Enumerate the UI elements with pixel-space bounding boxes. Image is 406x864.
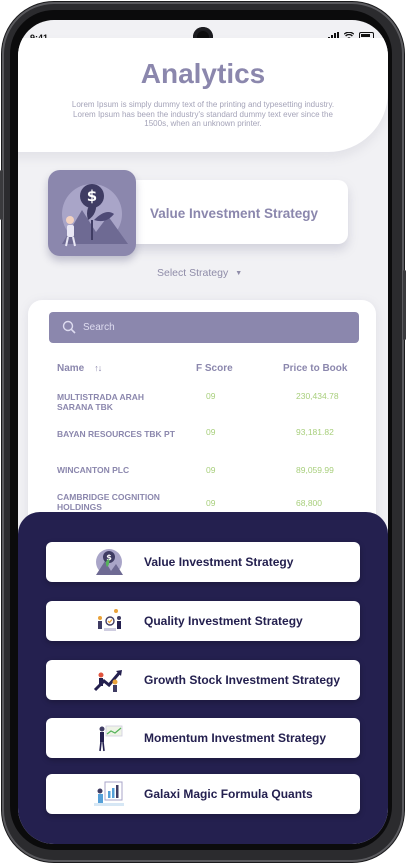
strategy-option-quality[interactable]: Quality Investment Strategy: [46, 601, 360, 641]
svg-text:$: $: [87, 187, 97, 205]
strategy-option-momentum[interactable]: Momentum Investment Strategy: [46, 718, 360, 758]
select-strategy-label: Select Strategy: [157, 267, 229, 279]
row-f-score: 09: [206, 427, 216, 437]
app-screen: 9:41 Analytics Lorem Ipsum is simply dum…: [18, 20, 388, 844]
page-subtitle: Lorem Ipsum is simply dummy text of the …: [71, 100, 335, 128]
row-company-name: BAYAN RESOURCES TBK PT: [57, 429, 175, 439]
search-input[interactable]: Search: [83, 322, 115, 333]
growth-arrow-icon: [93, 670, 122, 692]
column-header-name[interactable]: Name ↑↓: [57, 363, 102, 374]
row-company-name: CAMBRIDGE COGNITION HOLDINGS: [57, 492, 160, 512]
row-price-to-book: 230,434.78: [296, 391, 339, 401]
search-bar[interactable]: Search: [49, 312, 359, 343]
row-price-to-book: 68,800: [296, 498, 322, 508]
strategy-bottom-sheet: $ Value Investment Strategy Quality Inve…: [18, 512, 388, 844]
sort-icon[interactable]: ↑↓: [94, 363, 102, 373]
page-title: Analytics: [140, 58, 266, 89]
strategy-option-label: Value Investment Strategy: [144, 555, 294, 569]
row-price-to-book: 89,059.99: [296, 465, 334, 475]
column-header-f-score[interactable]: F Score: [196, 363, 233, 374]
dollar-plant-icon: $: [96, 549, 123, 575]
row-f-score: 09: [206, 391, 216, 401]
row-f-score: 09: [206, 498, 216, 508]
strategy-option-formula[interactable]: Galaxi Magic Formula Quants: [46, 774, 360, 814]
row-price-to-book: 93,181.82: [296, 427, 334, 437]
formula-board-icon: [94, 781, 124, 806]
momentum-chart-icon: [99, 725, 123, 752]
strategy-option-label: Growth Stock Investment Strategy: [144, 673, 341, 687]
row-company-name: WINCANTON PLC: [57, 465, 130, 475]
strategy-option-growth[interactable]: Growth Stock Investment Strategy: [46, 660, 360, 700]
caret-down-icon: ▼: [235, 269, 243, 277]
column-header-name-label: Name: [57, 363, 85, 374]
select-strategy-dropdown[interactable]: Select Strategy ▼: [157, 267, 242, 279]
selected-strategy-name: Value Investment Strategy: [150, 206, 319, 221]
strategy-option-label: Momentum Investment Strategy: [144, 731, 327, 745]
quality-check-icon: [98, 609, 121, 631]
header-card: [18, 38, 388, 152]
row-company-name: MULTISTRADA ARAH SARANA TBK: [57, 392, 145, 412]
strategy-illustration-icon: $: [48, 170, 136, 256]
search-icon: [62, 320, 76, 334]
strategy-option-label: Quality Investment Strategy: [144, 614, 303, 628]
strategy-option-value[interactable]: $ Value Investment Strategy: [46, 542, 360, 582]
column-header-price-to-book[interactable]: Price to Book: [283, 363, 347, 374]
volume-button: [0, 170, 3, 220]
row-f-score: 09: [206, 465, 216, 475]
strategy-option-label: Galaxi Magic Formula Quants: [144, 787, 313, 801]
